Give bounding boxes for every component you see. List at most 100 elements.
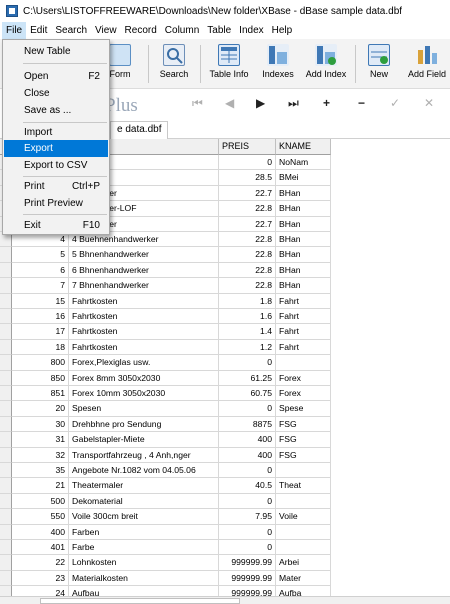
cell-id[interactable]: 550	[12, 509, 69, 525]
cell-name[interactable]: Fahrtkosten	[69, 339, 219, 356]
cell-name[interactable]: Forex,Plexiglas usw.	[69, 355, 219, 371]
row-indicator[interactable]	[0, 278, 12, 294]
row-indicator[interactable]	[0, 555, 12, 571]
row-indicator[interactable]	[0, 509, 12, 525]
previous-record-icon[interactable]: ◀	[225, 96, 234, 110]
cell-kname[interactable]: BMei	[276, 170, 331, 186]
cell-preis[interactable]: 0	[219, 493, 276, 510]
row-indicator[interactable]	[0, 309, 12, 325]
table-row[interactable]: 30 Drehbhne pro Sendung 8875 FSG	[0, 416, 331, 433]
cell-preis[interactable]: 7.95	[219, 509, 276, 525]
table-row[interactable]: 17 Fahrtkosten 1.4 Fahrt	[0, 324, 331, 340]
menu-item-print[interactable]: Print Ctrl+P	[4, 178, 108, 195]
cell-kname[interactable]	[276, 463, 331, 479]
cell-preis[interactable]: 22.8	[219, 201, 276, 217]
cell-id[interactable]: 22	[12, 555, 69, 571]
tab-sample-data[interactable]: e data.dbf	[110, 121, 169, 139]
cell-kname[interactable]	[276, 524, 331, 540]
cell-kname[interactable]: Forex	[276, 386, 331, 402]
cell-id[interactable]: 30	[12, 416, 69, 433]
cell-preis[interactable]: 22.8	[219, 232, 276, 248]
table-row[interactable]: 400 Farben 0	[0, 524, 331, 540]
cell-id[interactable]: 800	[12, 355, 69, 371]
table-row[interactable]: 550 Voile 300cm breit 7.95 Voile	[0, 509, 331, 525]
table-row[interactable]: 18 Fahrtkosten 1.2 Fahrt	[0, 339, 331, 356]
cell-name[interactable]: Farben	[69, 524, 219, 540]
add-field-button[interactable]: Add Field	[404, 41, 450, 87]
cell-name[interactable]: Lohnkosten	[69, 555, 219, 571]
menu-edit[interactable]: Edit	[26, 22, 51, 39]
cell-name[interactable]: Drehbhne pro Sendung	[69, 416, 219, 433]
row-indicator[interactable]	[0, 339, 12, 356]
cell-id[interactable]: 850	[12, 370, 69, 386]
menu-search[interactable]: Search	[51, 22, 91, 39]
table-row[interactable]: 55 Bhnenhandwerker 22.8 BHan	[0, 247, 331, 263]
row-indicator[interactable]	[0, 262, 12, 279]
table-row[interactable]: 851 Forex 10mm 3050x2030 60.75 Forex	[0, 386, 331, 402]
cell-name[interactable]: Spesen	[69, 401, 219, 417]
row-indicator[interactable]	[0, 570, 12, 587]
cell-preis[interactable]: 22.7	[219, 216, 276, 232]
cell-kname[interactable]: BHan	[276, 262, 331, 279]
delete-record-icon[interactable]: −	[358, 96, 365, 110]
cell-id[interactable]: 20	[12, 401, 69, 417]
indexes-button[interactable]: Indexes	[256, 41, 300, 87]
table-row[interactable]: 16 Fahrtkosten 1.6 Fahrt	[0, 309, 331, 325]
row-indicator[interactable]	[0, 463, 12, 479]
cell-name[interactable]: Gabelstapler-Miete	[69, 432, 219, 448]
table-row[interactable]: 66 Bhnenhandwerker 22.8 BHan	[0, 262, 331, 279]
cell-id[interactable]: 17	[12, 324, 69, 340]
cell-name[interactable]: Transportfahrzeug , 4 Anh,nger	[69, 447, 219, 463]
menu-file[interactable]: File	[2, 22, 27, 39]
cell-preis[interactable]: 28.5	[219, 170, 276, 186]
cell-preis[interactable]: 22.8	[219, 278, 276, 294]
cell-kname[interactable]: BHan	[276, 278, 331, 294]
row-indicator[interactable]	[0, 447, 12, 463]
cell-kname[interactable]	[276, 540, 331, 556]
menu-view[interactable]: View	[91, 22, 121, 39]
menu-item-export-csv[interactable]: Export to CSV	[4, 157, 108, 174]
table-row[interactable]: 800 Forex,Plexiglas usw. 0	[0, 355, 331, 371]
add-record-icon[interactable]: +	[323, 96, 330, 110]
cell-preis[interactable]: 0	[219, 540, 276, 556]
cell-name[interactable]: Theatermaler	[69, 478, 219, 494]
cell-preis[interactable]: 0	[219, 463, 276, 479]
table-row[interactable]: 850 Forex 8mm 3050x2030 61.25 Forex	[0, 370, 331, 386]
table-row[interactable]: 77 Bhnenhandwerker 22.8 BHan	[0, 278, 331, 294]
cell-name[interactable]: Voile 300cm breit	[69, 509, 219, 525]
search-button[interactable]: Search	[153, 41, 195, 87]
cell-preis[interactable]: 999999.99	[219, 570, 276, 587]
cell-name[interactable]: 5 Bhnenhandwerker	[69, 247, 219, 263]
cell-preis[interactable]: 400	[219, 432, 276, 448]
header-kname[interactable]: KNAME	[276, 139, 331, 155]
menu-index[interactable]: Index	[235, 22, 267, 39]
row-indicator[interactable]	[0, 432, 12, 448]
cell-name[interactable]: Dekomaterial	[69, 493, 219, 510]
cell-kname[interactable]: FSG	[276, 432, 331, 448]
row-indicator[interactable]	[0, 293, 12, 309]
cell-kname[interactable]: BHan	[276, 201, 331, 217]
cell-name[interactable]: Materialkosten	[69, 570, 219, 587]
cell-preis[interactable]: 8875	[219, 416, 276, 433]
cell-id[interactable]: 7	[12, 278, 69, 294]
cell-kname[interactable]: BHan	[276, 185, 331, 202]
cell-kname[interactable]: FSG	[276, 416, 331, 433]
cell-id[interactable]: 23	[12, 570, 69, 587]
next-record-icon[interactable]: ▶	[256, 96, 265, 110]
cell-name[interactable]: 6 Bhnenhandwerker	[69, 262, 219, 279]
cell-kname[interactable]: Fahrt	[276, 309, 331, 325]
cell-kname[interactable]: Mater	[276, 570, 331, 587]
table-row[interactable]: 35 Angebote Nr.1082 vom 04.05.06 0	[0, 463, 331, 479]
cell-preis[interactable]: 1.2	[219, 339, 276, 356]
row-indicator[interactable]	[0, 416, 12, 433]
save-record-icon[interactable]: ✓	[390, 96, 400, 110]
row-indicator[interactable]	[0, 247, 12, 263]
table-row[interactable]: 31 Gabelstapler-Miete 400 FSG	[0, 432, 331, 448]
cell-preis[interactable]: 61.25	[219, 370, 276, 386]
table-row[interactable]: 15 Fahrtkosten 1.8 Fahrt	[0, 293, 331, 309]
cell-preis[interactable]: 22.8	[219, 247, 276, 263]
cell-preis[interactable]: 40.5	[219, 478, 276, 494]
cell-id[interactable]: 6	[12, 262, 69, 279]
cell-preis[interactable]: 1.8	[219, 293, 276, 309]
cell-preis[interactable]: 999999.99	[219, 555, 276, 571]
